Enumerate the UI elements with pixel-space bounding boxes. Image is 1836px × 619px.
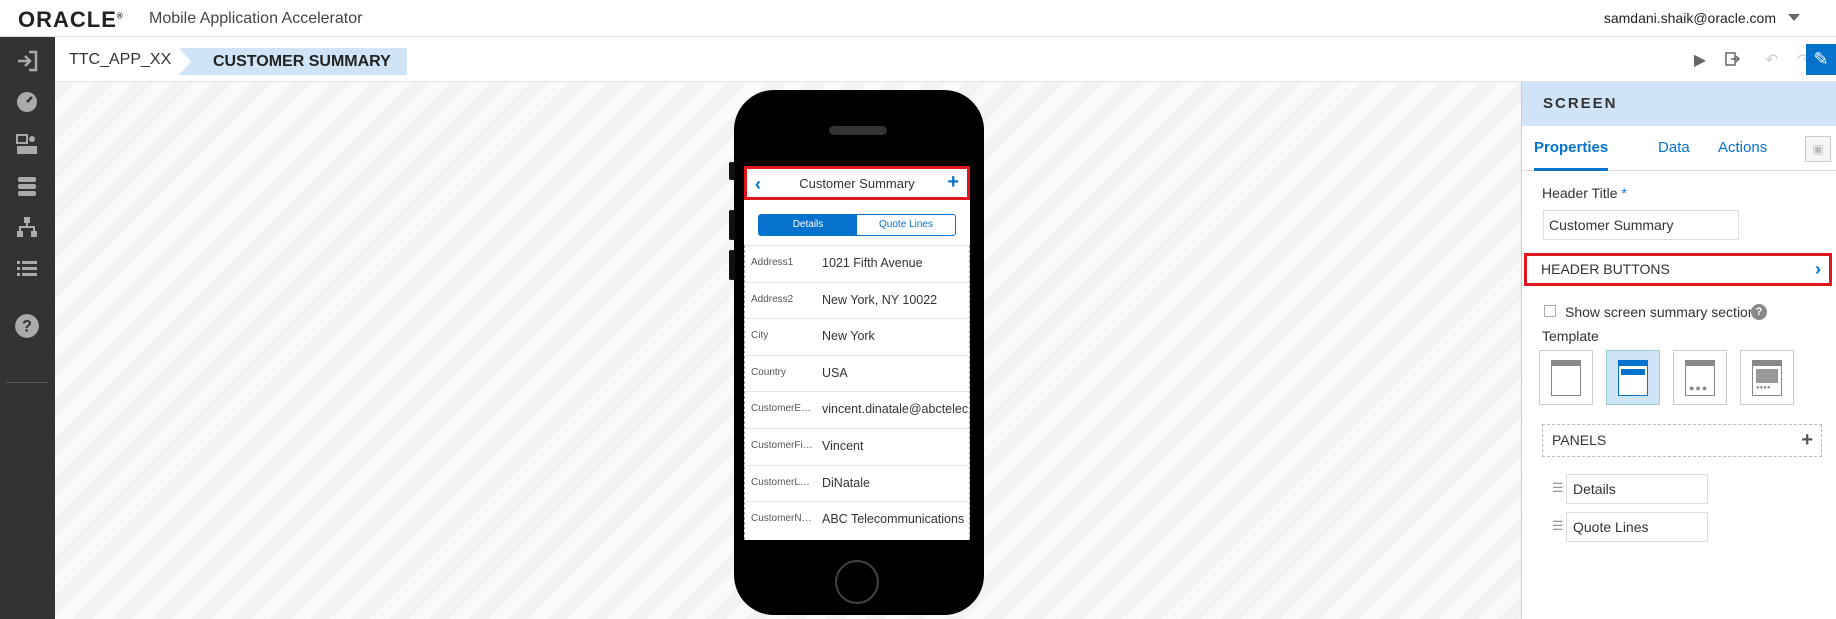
edit-pencil-icon[interactable]: ✎ (1806, 44, 1836, 75)
summary-checkbox-label: Show screen summary section (1565, 304, 1756, 320)
breadcrumb-screen[interactable]: CUSTOMER SUMMARY (179, 48, 407, 75)
field-value: vincent.dinatale@abctelecom (822, 402, 968, 417)
drag-handle-icon[interactable]: ☰ (1552, 518, 1564, 534)
field-label: CustomerEm... (751, 403, 813, 415)
list-item[interactable]: Address2 New York, NY 10022 (745, 281, 969, 319)
undo-icon[interactable]: ↶ (1762, 51, 1782, 71)
field-value: ABC Telecommunications (822, 512, 965, 527)
dashboard-icon[interactable] (14, 90, 40, 116)
list-item[interactable]: CustomerFir... Vincent (745, 427, 969, 465)
phone-header[interactable]: ‹ Customer Summary + (744, 166, 970, 200)
tab-data[interactable]: Data (1658, 139, 1690, 156)
drag-handle-icon[interactable]: ☰ (1552, 480, 1564, 496)
list-item[interactable]: City New York (745, 318, 969, 355)
sign-in-icon[interactable] (14, 49, 40, 75)
list-item[interactable]: CustomerNa... ABC Telecommunications (745, 501, 969, 538)
phone-home-button (835, 560, 879, 604)
header-buttons-label: HEADER BUTTONS (1541, 261, 1670, 277)
top-bar: ORACLE® Mobile Application Accelerator s… (0, 0, 1836, 37)
field-value: New York (822, 329, 875, 344)
tab-actions[interactable]: Actions (1718, 139, 1767, 156)
summary-checkbox[interactable] (1544, 305, 1556, 317)
template-image-icon: ●●●● (1752, 360, 1782, 396)
panel-tabs: Properties Data Actions ▣ (1522, 126, 1836, 171)
list-item[interactable]: CustomerLa... DiNatale (745, 464, 969, 502)
header-title-label: Header Title * (1542, 185, 1627, 201)
phone-speaker (829, 126, 887, 135)
field-label: CustomerFir... (751, 439, 813, 451)
add-panel-icon[interactable]: + (1801, 425, 1813, 456)
left-nav: ? (0, 37, 55, 619)
panel-item-details[interactable]: Details (1566, 474, 1708, 504)
chevron-down-icon[interactable] (1788, 14, 1800, 21)
nav-divider (6, 382, 48, 383)
list-item[interactable]: CustomerEm... vincent.dinatale@abctelecom (745, 391, 969, 428)
sitemap-icon[interactable] (14, 215, 40, 241)
breadcrumb: TTC_APP_XX CUSTOMER SUMMARY ▶ ↶ ↷ ✎ (55, 37, 1836, 82)
tab-properties[interactable]: Properties (1534, 139, 1609, 171)
help-icon[interactable]: ? (14, 313, 40, 339)
panel-item-quote-lines[interactable]: Quote Lines (1566, 512, 1708, 542)
field-label: City (751, 330, 769, 342)
template-option[interactable]: ●●●● (1740, 350, 1794, 405)
field-label: Address2 (751, 293, 794, 305)
detail-rows: Address1 1021 Fifth Avenue Address2 New Yo… (744, 245, 970, 540)
field-value: DiNatale (822, 475, 870, 490)
field-label: Address1 (751, 257, 794, 268)
properties-panel: SCREEN Properties Data Actions ▣ Header … (1521, 82, 1836, 619)
exit-preview-icon[interactable] (1722, 51, 1742, 71)
list-item[interactable]: Address1 1021 Fifth Avenue (745, 245, 969, 282)
template-grid-icon: ●●● (1685, 360, 1715, 396)
app-title: Mobile Application Accelerator (149, 10, 363, 27)
database-icon[interactable] (14, 174, 40, 200)
template-blank-icon (1551, 360, 1581, 396)
user-menu[interactable]: samdani.shaik@oracle.com (1604, 10, 1776, 26)
tab-quote-lines[interactable]: Quote Lines (857, 215, 955, 235)
field-value: USA (822, 365, 848, 380)
add-icon[interactable]: + (947, 171, 959, 194)
template-summary-icon (1618, 360, 1648, 396)
phone-screen: ‹ Customer Summary + Details Quote Lines… (744, 166, 970, 540)
phone-header-title: Customer Summary (799, 176, 915, 191)
svg-text:?: ? (22, 317, 32, 335)
help-icon[interactable]: ? (1751, 304, 1767, 320)
tab-details[interactable]: Details (759, 215, 857, 235)
chevron-right-icon[interactable]: › (1815, 256, 1821, 283)
save-icon[interactable]: ▣ (1805, 136, 1831, 162)
template-label: Template (1542, 328, 1599, 344)
checklist-icon[interactable] (14, 132, 40, 158)
oracle-logo: ORACLE® (18, 7, 124, 32)
template-option[interactable] (1606, 350, 1660, 405)
field-value: Vincent (822, 438, 864, 453)
panels-section: PANELS + (1542, 424, 1822, 457)
field-label: CustomerNa... (751, 513, 813, 525)
field-label: Country (751, 366, 787, 378)
list-item[interactable]: Country USA (745, 354, 969, 392)
header-buttons-section[interactable]: HEADER BUTTONS › (1524, 253, 1832, 286)
header-title-input[interactable]: Customer Summary (1543, 210, 1739, 240)
template-option[interactable] (1539, 350, 1593, 405)
template-option[interactable]: ●●● (1673, 350, 1727, 405)
phone-preview: ‹ Customer Summary + Details Quote Lines… (729, 90, 984, 615)
list-icon[interactable] (14, 257, 40, 283)
play-icon[interactable]: ▶ (1690, 51, 1710, 71)
phone-side-button (729, 162, 735, 180)
breadcrumb-app[interactable]: TTC_APP_XX (69, 51, 171, 69)
segmented-tabs: Details Quote Lines (758, 214, 956, 236)
field-value: 1021 Fifth Avenue (822, 256, 923, 270)
field-value: New York, NY 10022 (822, 292, 938, 307)
field-label: CustomerLa... (751, 476, 813, 488)
panels-label: PANELS (1552, 432, 1607, 448)
panel-title: SCREEN (1522, 82, 1836, 126)
phone-side-button (729, 250, 735, 280)
phone-side-button (729, 210, 735, 240)
